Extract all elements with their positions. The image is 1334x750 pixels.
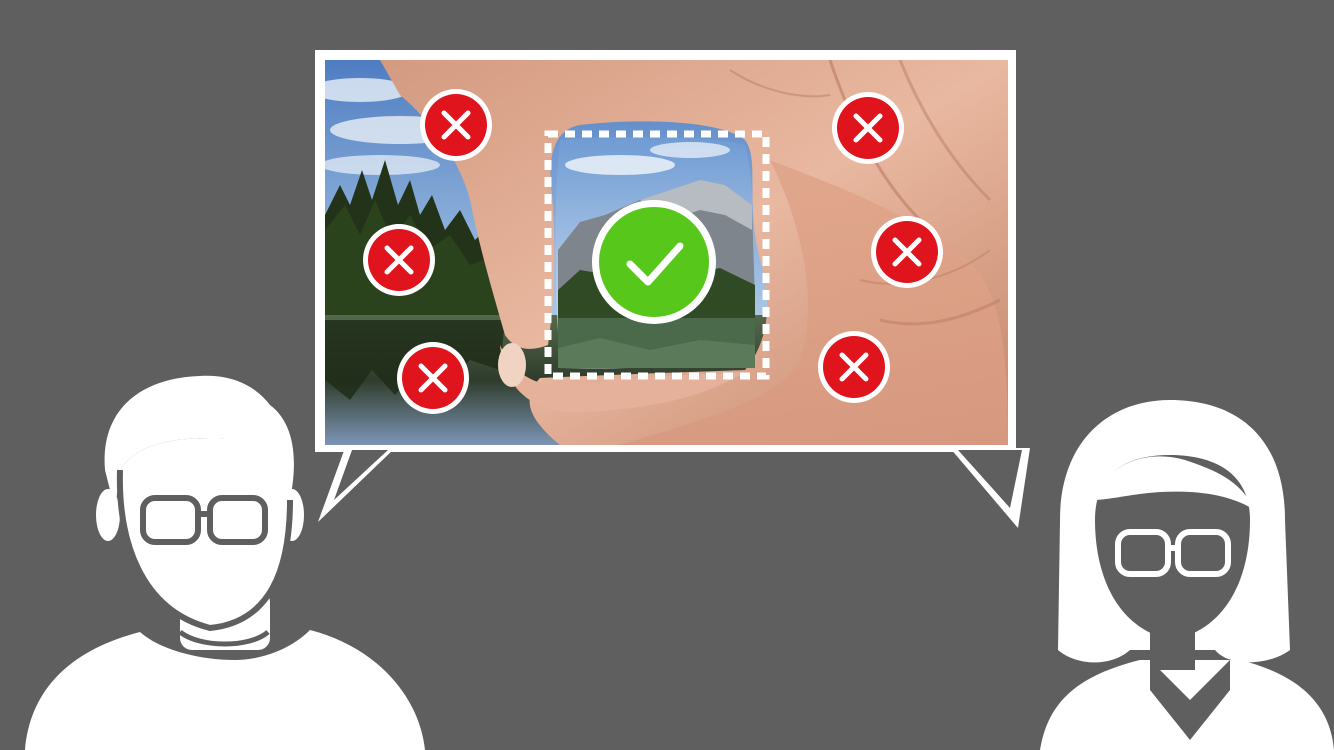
x-circle-icon: [397, 342, 469, 414]
scene-canvas: [0, 0, 1334, 750]
x-circle-icon: [871, 216, 943, 288]
x-circle-icon: [832, 92, 904, 164]
illustration: [0, 0, 1334, 750]
checkmark-circle-icon: [592, 200, 716, 324]
x-circle-icon: [420, 89, 492, 161]
x-circle-icon: [363, 224, 435, 296]
x-circle-icon: [818, 331, 890, 403]
